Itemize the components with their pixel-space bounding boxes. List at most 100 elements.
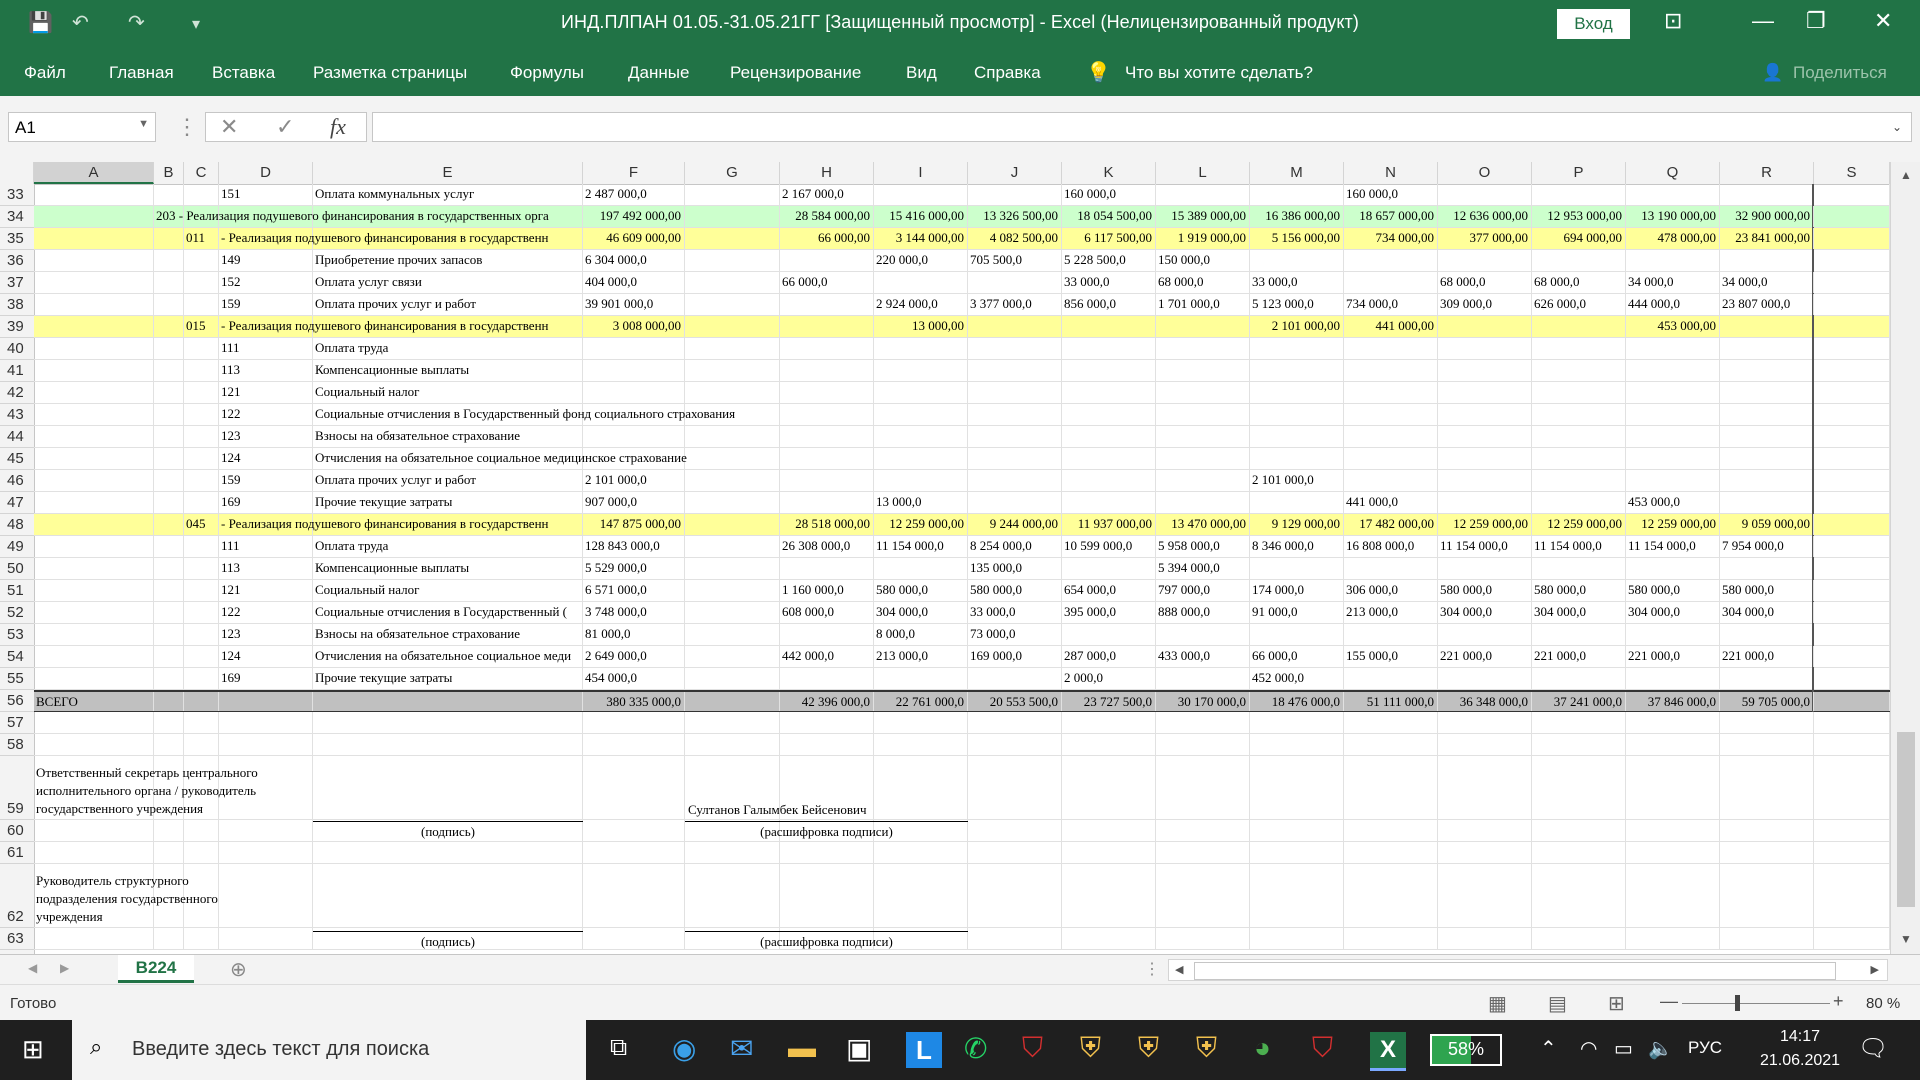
cell-g[interactable] <box>685 692 780 711</box>
cell-r[interactable] <box>1720 316 1814 337</box>
expand-formula-icon[interactable]: ⌄ <box>1892 120 1902 134</box>
cell-r[interactable] <box>1720 470 1814 491</box>
cell-o[interactable] <box>1438 382 1532 403</box>
cell-l[interactable]: 5 958 000,0 <box>1156 536 1250 557</box>
cell-c[interactable] <box>184 668 219 689</box>
cell-l[interactable] <box>1156 928 1250 949</box>
cell-f[interactable]: 46 609 000,00 <box>583 228 685 249</box>
cell-e[interactable]: Прочие текущие затраты <box>313 668 583 689</box>
cell-p[interactable] <box>1532 360 1626 381</box>
cell-r[interactable] <box>1720 492 1814 513</box>
cell-n[interactable]: 441 000,00 <box>1344 316 1438 337</box>
cell-h[interactable] <box>780 668 874 689</box>
cell-p[interactable] <box>1532 316 1626 337</box>
cell-b[interactable] <box>154 602 184 623</box>
cell-m[interactable] <box>1250 928 1344 949</box>
cell-j[interactable] <box>968 382 1062 403</box>
cell-c[interactable] <box>184 712 219 733</box>
column-header-A[interactable]: A <box>34 162 154 184</box>
cell-h[interactable] <box>780 492 874 513</box>
cell-l[interactable] <box>1156 338 1250 359</box>
cell-f[interactable] <box>583 338 685 359</box>
cell-l[interactable] <box>1156 404 1250 425</box>
cell-o[interactable] <box>1438 624 1532 645</box>
cell-l[interactable]: 1 919 000,00 <box>1156 228 1250 249</box>
cell-r[interactable]: 32 900 000,00 <box>1720 206 1814 227</box>
cell-r[interactable] <box>1720 382 1814 403</box>
cell-i[interactable]: 304 000,0 <box>874 602 968 623</box>
cell-f[interactable]: 3 008 000,00 <box>583 316 685 337</box>
cell-c[interactable] <box>184 536 219 557</box>
cell-r[interactable] <box>1720 712 1814 733</box>
cell-b[interactable] <box>154 842 184 863</box>
cell-j[interactable] <box>968 492 1062 513</box>
cell-e[interactable]: Социальные отчисления в Государственный … <box>313 602 583 623</box>
cell-c[interactable] <box>184 448 219 469</box>
cell-c[interactable] <box>184 580 219 601</box>
cell-p[interactable] <box>1532 820 1626 841</box>
cell-h[interactable] <box>780 338 874 359</box>
cell-p[interactable] <box>1532 470 1626 491</box>
file-explorer-icon[interactable]: ▬ <box>788 1032 824 1068</box>
cell-f[interactable]: 197 492 000,00 <box>583 206 685 227</box>
cell-r[interactable]: 7 954 000,0 <box>1720 536 1814 557</box>
cell-e[interactable]: Отчисления на обязательное социальное ме… <box>313 448 687 469</box>
volume-icon[interactable]: 🔈 <box>1648 1036 1673 1061</box>
cell-j[interactable] <box>968 470 1062 491</box>
cell-q[interactable] <box>1626 734 1720 755</box>
tab-review[interactable]: Рецензирование <box>730 63 861 83</box>
cell-j[interactable] <box>968 404 1062 425</box>
cell-q[interactable] <box>1626 820 1720 841</box>
cell-p[interactable] <box>1532 426 1626 447</box>
cell-h[interactable]: 442 000,0 <box>780 646 874 667</box>
cell-f[interactable] <box>583 756 685 819</box>
row-header[interactable]: 55 <box>0 668 34 690</box>
cell-h[interactable] <box>780 448 874 469</box>
cell-f[interactable]: 128 843 000,0 <box>583 536 685 557</box>
cell-e[interactable] <box>313 692 583 711</box>
cell-k[interactable] <box>1062 426 1156 447</box>
cell-p[interactable] <box>1532 404 1626 425</box>
cell-f[interactable] <box>583 820 685 841</box>
cell-g[interactable] <box>685 184 780 205</box>
cell-p[interactable]: 626 000,0 <box>1532 294 1626 315</box>
cell-l[interactable] <box>1156 624 1250 645</box>
cell-n[interactable]: 213 000,0 <box>1344 602 1438 623</box>
cell-f[interactable] <box>583 360 685 381</box>
page-break-view-icon[interactable]: ⊞ <box>1608 991 1625 1016</box>
column-header-D[interactable]: D <box>219 162 313 184</box>
cell-l[interactable]: 433 000,0 <box>1156 646 1250 667</box>
cell-n[interactable]: 441 000,0 <box>1344 492 1438 513</box>
cell-j[interactable]: 580 000,0 <box>968 580 1062 601</box>
cell-m[interactable] <box>1250 492 1344 513</box>
cell-k[interactable] <box>1062 338 1156 359</box>
cell-a[interactable] <box>34 646 154 667</box>
cell-e[interactable]: Компенсационные выплаты <box>313 360 583 381</box>
cell-n[interactable] <box>1344 864 1438 927</box>
cell-r[interactable] <box>1720 820 1814 841</box>
cell-k[interactable] <box>1062 820 1156 841</box>
cell-s[interactable] <box>1814 382 1890 403</box>
cell-m[interactable] <box>1250 426 1344 447</box>
wifi-icon[interactable]: ◠ <box>1580 1036 1597 1061</box>
antivirus-icon[interactable]: ⛉ <box>1022 1032 1058 1068</box>
cell-q[interactable]: 37 846 000,0 <box>1626 692 1720 711</box>
cell-f[interactable]: 907 000,0 <box>583 492 685 513</box>
cell-e[interactable] <box>313 842 583 863</box>
cell-p[interactable]: 580 000,0 <box>1532 580 1626 601</box>
cell-f[interactable]: 454 000,0 <box>583 668 685 689</box>
column-header-S[interactable]: S <box>1814 162 1890 184</box>
cell-a[interactable] <box>34 228 154 249</box>
cell-l[interactable] <box>1156 360 1250 381</box>
cell-s[interactable] <box>1814 184 1890 205</box>
cell-q[interactable] <box>1626 712 1720 733</box>
zoom-slider[interactable] <box>1682 1003 1830 1004</box>
row-header[interactable]: 35 <box>0 228 34 250</box>
cell-j[interactable] <box>968 712 1062 733</box>
cell-e[interactable]: Отчисления на обязательное социальное ме… <box>313 646 583 667</box>
cell-p[interactable]: 12 259 000,00 <box>1532 514 1626 535</box>
cell-g[interactable] <box>685 360 780 381</box>
cell-n[interactable] <box>1344 250 1438 271</box>
cell-j[interactable] <box>968 272 1062 293</box>
cell-e[interactable]: Компенсационные выплаты <box>313 558 583 579</box>
